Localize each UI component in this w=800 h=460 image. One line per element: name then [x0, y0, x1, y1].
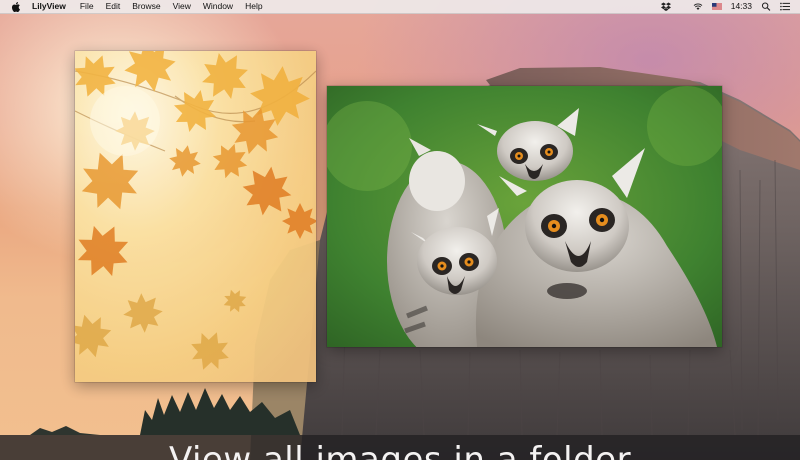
wifi-icon[interactable] — [693, 2, 703, 11]
lemurs-image — [327, 86, 722, 347]
menu-view[interactable]: View — [167, 0, 197, 13]
caption-bar: View all images in a folder — [0, 435, 800, 460]
dropbox-icon[interactable] — [660, 2, 671, 11]
menu-help[interactable]: Help — [239, 0, 268, 13]
apple-logo-icon[interactable] — [11, 1, 21, 12]
autumn-leaves-image — [75, 51, 316, 382]
search-icon[interactable] — [761, 2, 771, 11]
autumn-leaves-image-window[interactable] — [75, 51, 316, 382]
menu-browse[interactable]: Browse — [126, 0, 166, 13]
menu-clock[interactable]: 14:33 — [731, 0, 752, 13]
caption-text: View all images in a folder — [168, 440, 632, 460]
notification-list-icon[interactable] — [780, 2, 790, 11]
menu-window[interactable]: Window — [197, 0, 239, 13]
menu-edit[interactable]: Edit — [100, 0, 127, 13]
lemurs-image-window[interactable] — [327, 86, 722, 347]
menu-bar: LilyView File Edit Browse View Window He… — [0, 0, 800, 14]
menu-file[interactable]: File — [74, 0, 100, 13]
us-flag-icon[interactable] — [711, 3, 722, 10]
menu-app-name[interactable]: LilyView — [30, 0, 74, 13]
